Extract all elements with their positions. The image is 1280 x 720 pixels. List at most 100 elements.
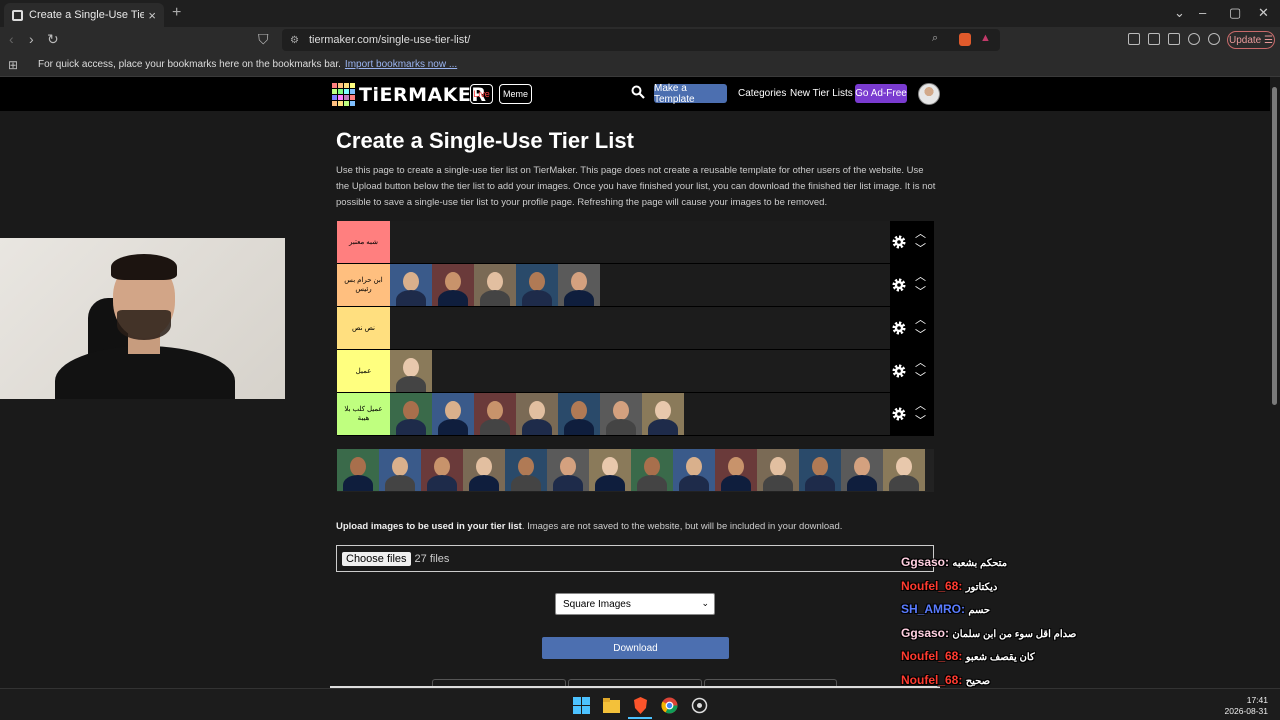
- move-down-icon[interactable]: ﹀: [915, 414, 926, 429]
- tier-label[interactable]: عميل: [337, 350, 390, 392]
- windows-start-icon[interactable]: [573, 697, 590, 714]
- apps-grid-icon[interactable]: ⊞: [8, 58, 18, 72]
- brave-shields-icon[interactable]: [959, 33, 971, 46]
- move-up-icon[interactable]: ︿: [915, 399, 926, 414]
- vpn-icon[interactable]: [1208, 33, 1220, 45]
- app-icon[interactable]: [691, 697, 708, 714]
- pool-image[interactable]: [379, 449, 421, 491]
- categories-link[interactable]: Categories: [738, 88, 786, 99]
- settings-gear-icon[interactable]: [891, 406, 907, 422]
- brave-rewards-icon[interactable]: ▲: [980, 32, 991, 44]
- forward-icon[interactable]: ›: [29, 31, 34, 47]
- update-button[interactable]: Update ☰: [1227, 31, 1275, 49]
- page-scrollbar[interactable]: [1270, 77, 1280, 688]
- chrome-icon[interactable]: [661, 697, 678, 714]
- pool-image[interactable]: [673, 449, 715, 491]
- pool-image[interactable]: [883, 449, 925, 491]
- pool-image[interactable]: [715, 449, 757, 491]
- move-up-icon[interactable]: ︿: [915, 356, 926, 371]
- pool-image[interactable]: [547, 449, 589, 491]
- webcam-person-hair: [111, 254, 177, 280]
- reload-icon[interactable]: ↻: [47, 31, 59, 48]
- tier-image[interactable]: [516, 393, 558, 435]
- pool-image[interactable]: [799, 449, 841, 491]
- settings-gear-icon[interactable]: [891, 234, 907, 250]
- tier-label[interactable]: نص نص: [337, 307, 390, 349]
- tier-image[interactable]: [390, 350, 432, 392]
- address-bar[interactable]: ⚙ tiermaker.com/single-use-tier-list/ ⌕ …: [282, 29, 1000, 51]
- back-icon[interactable]: ‹: [9, 31, 14, 47]
- image-size-select[interactable]: Square Images ⌄: [555, 593, 715, 615]
- scroll-thumb[interactable]: [1272, 87, 1277, 405]
- settings-gear-icon[interactable]: [891, 363, 907, 379]
- tiermaker-logo[interactable]: TiERMAKER: [332, 83, 487, 106]
- sidebar-icon[interactable]: [1148, 33, 1160, 45]
- new-tier-lists-link[interactable]: New Tier Lists: [790, 88, 853, 99]
- pool-image[interactable]: [505, 449, 547, 491]
- site-info-icon[interactable]: ⚙: [290, 35, 299, 46]
- close-tab-icon[interactable]: ×: [148, 8, 156, 23]
- tier-label[interactable]: ابن حرام بس رئيس: [337, 264, 390, 306]
- brave-browser-icon[interactable]: [632, 697, 649, 714]
- search-icon[interactable]: [631, 85, 645, 99]
- tier-image[interactable]: [516, 264, 558, 306]
- import-bookmarks-link[interactable]: Import bookmarks now ...: [345, 59, 457, 70]
- tab-search-chevron-icon[interactable]: ⌄: [1174, 5, 1185, 21]
- pool-image[interactable]: [631, 449, 673, 491]
- pool-image[interactable]: [589, 449, 631, 491]
- chat-text: صحيح: [965, 675, 991, 687]
- clock-date: 2026-08-31: [1224, 706, 1268, 716]
- leo-ai-icon[interactable]: [1188, 33, 1200, 45]
- move-up-icon[interactable]: ︿: [915, 313, 926, 328]
- tier-image[interactable]: [474, 393, 516, 435]
- go-ad-free-button[interactable]: Go Ad-Free: [855, 84, 907, 103]
- tier-image[interactable]: [600, 393, 642, 435]
- bookmark-icon[interactable]: ⛉: [258, 31, 269, 48]
- move-up-icon[interactable]: ︿: [915, 227, 926, 242]
- tier-items[interactable]: [390, 307, 890, 349]
- move-down-icon[interactable]: ﹀: [915, 285, 926, 300]
- move-down-icon[interactable]: ﹀: [915, 328, 926, 343]
- move-down-icon[interactable]: ﹀: [915, 242, 926, 257]
- tier-label[interactable]: شبه معتبر: [337, 221, 390, 263]
- tier-image[interactable]: [390, 264, 432, 306]
- pool-image[interactable]: [337, 449, 379, 491]
- user-avatar[interactable]: [918, 83, 940, 105]
- move-up-icon[interactable]: ︿: [915, 270, 926, 285]
- maximize-icon[interactable]: ▢: [1229, 5, 1241, 21]
- make-template-button[interactable]: Make a Template: [654, 83, 727, 105]
- tier-image[interactable]: [558, 393, 600, 435]
- new-tab-icon[interactable]: +: [172, 4, 181, 22]
- move-down-icon[interactable]: ﹀: [915, 371, 926, 386]
- browser-tab[interactable]: Create a Single-Use Tier List (Pr ×: [4, 3, 164, 27]
- tier-items[interactable]: [390, 264, 890, 306]
- file-upload-input[interactable]: Choose files 27 files: [336, 545, 934, 572]
- settings-gear-icon[interactable]: [891, 277, 907, 293]
- tier-items[interactable]: [390, 393, 890, 435]
- settings-gear-icon[interactable]: [891, 320, 907, 336]
- tier-image[interactable]: [432, 393, 474, 435]
- choose-files-button[interactable]: Choose files: [342, 551, 411, 566]
- pool-image[interactable]: [757, 449, 799, 491]
- tier-image[interactable]: [558, 264, 600, 306]
- zoom-icon[interactable]: ⌕: [932, 32, 938, 45]
- extensions-icon[interactable]: [1128, 33, 1140, 45]
- tier-image[interactable]: [474, 264, 516, 306]
- tier-image[interactable]: [642, 393, 684, 435]
- minimize-icon[interactable]: –: [1199, 5, 1206, 20]
- file-explorer-icon[interactable]: [603, 697, 620, 714]
- system-clock[interactable]: 17:41 2026-08-31: [1224, 695, 1268, 717]
- pool-image[interactable]: [463, 449, 505, 491]
- tier-image[interactable]: [432, 264, 474, 306]
- tier-image[interactable]: [390, 393, 432, 435]
- tier-label[interactable]: عميل كلب بلا هيبة: [337, 393, 390, 435]
- wallet-icon[interactable]: [1168, 33, 1180, 45]
- meme-badge[interactable]: Meme: [499, 84, 532, 104]
- pool-image[interactable]: [841, 449, 883, 491]
- live-badge[interactable]: Live: [470, 84, 493, 104]
- pool-image[interactable]: [421, 449, 463, 491]
- tier-items[interactable]: [390, 221, 890, 263]
- download-button[interactable]: Download: [542, 637, 729, 659]
- close-window-icon[interactable]: ✕: [1258, 5, 1269, 21]
- tier-items[interactable]: [390, 350, 890, 392]
